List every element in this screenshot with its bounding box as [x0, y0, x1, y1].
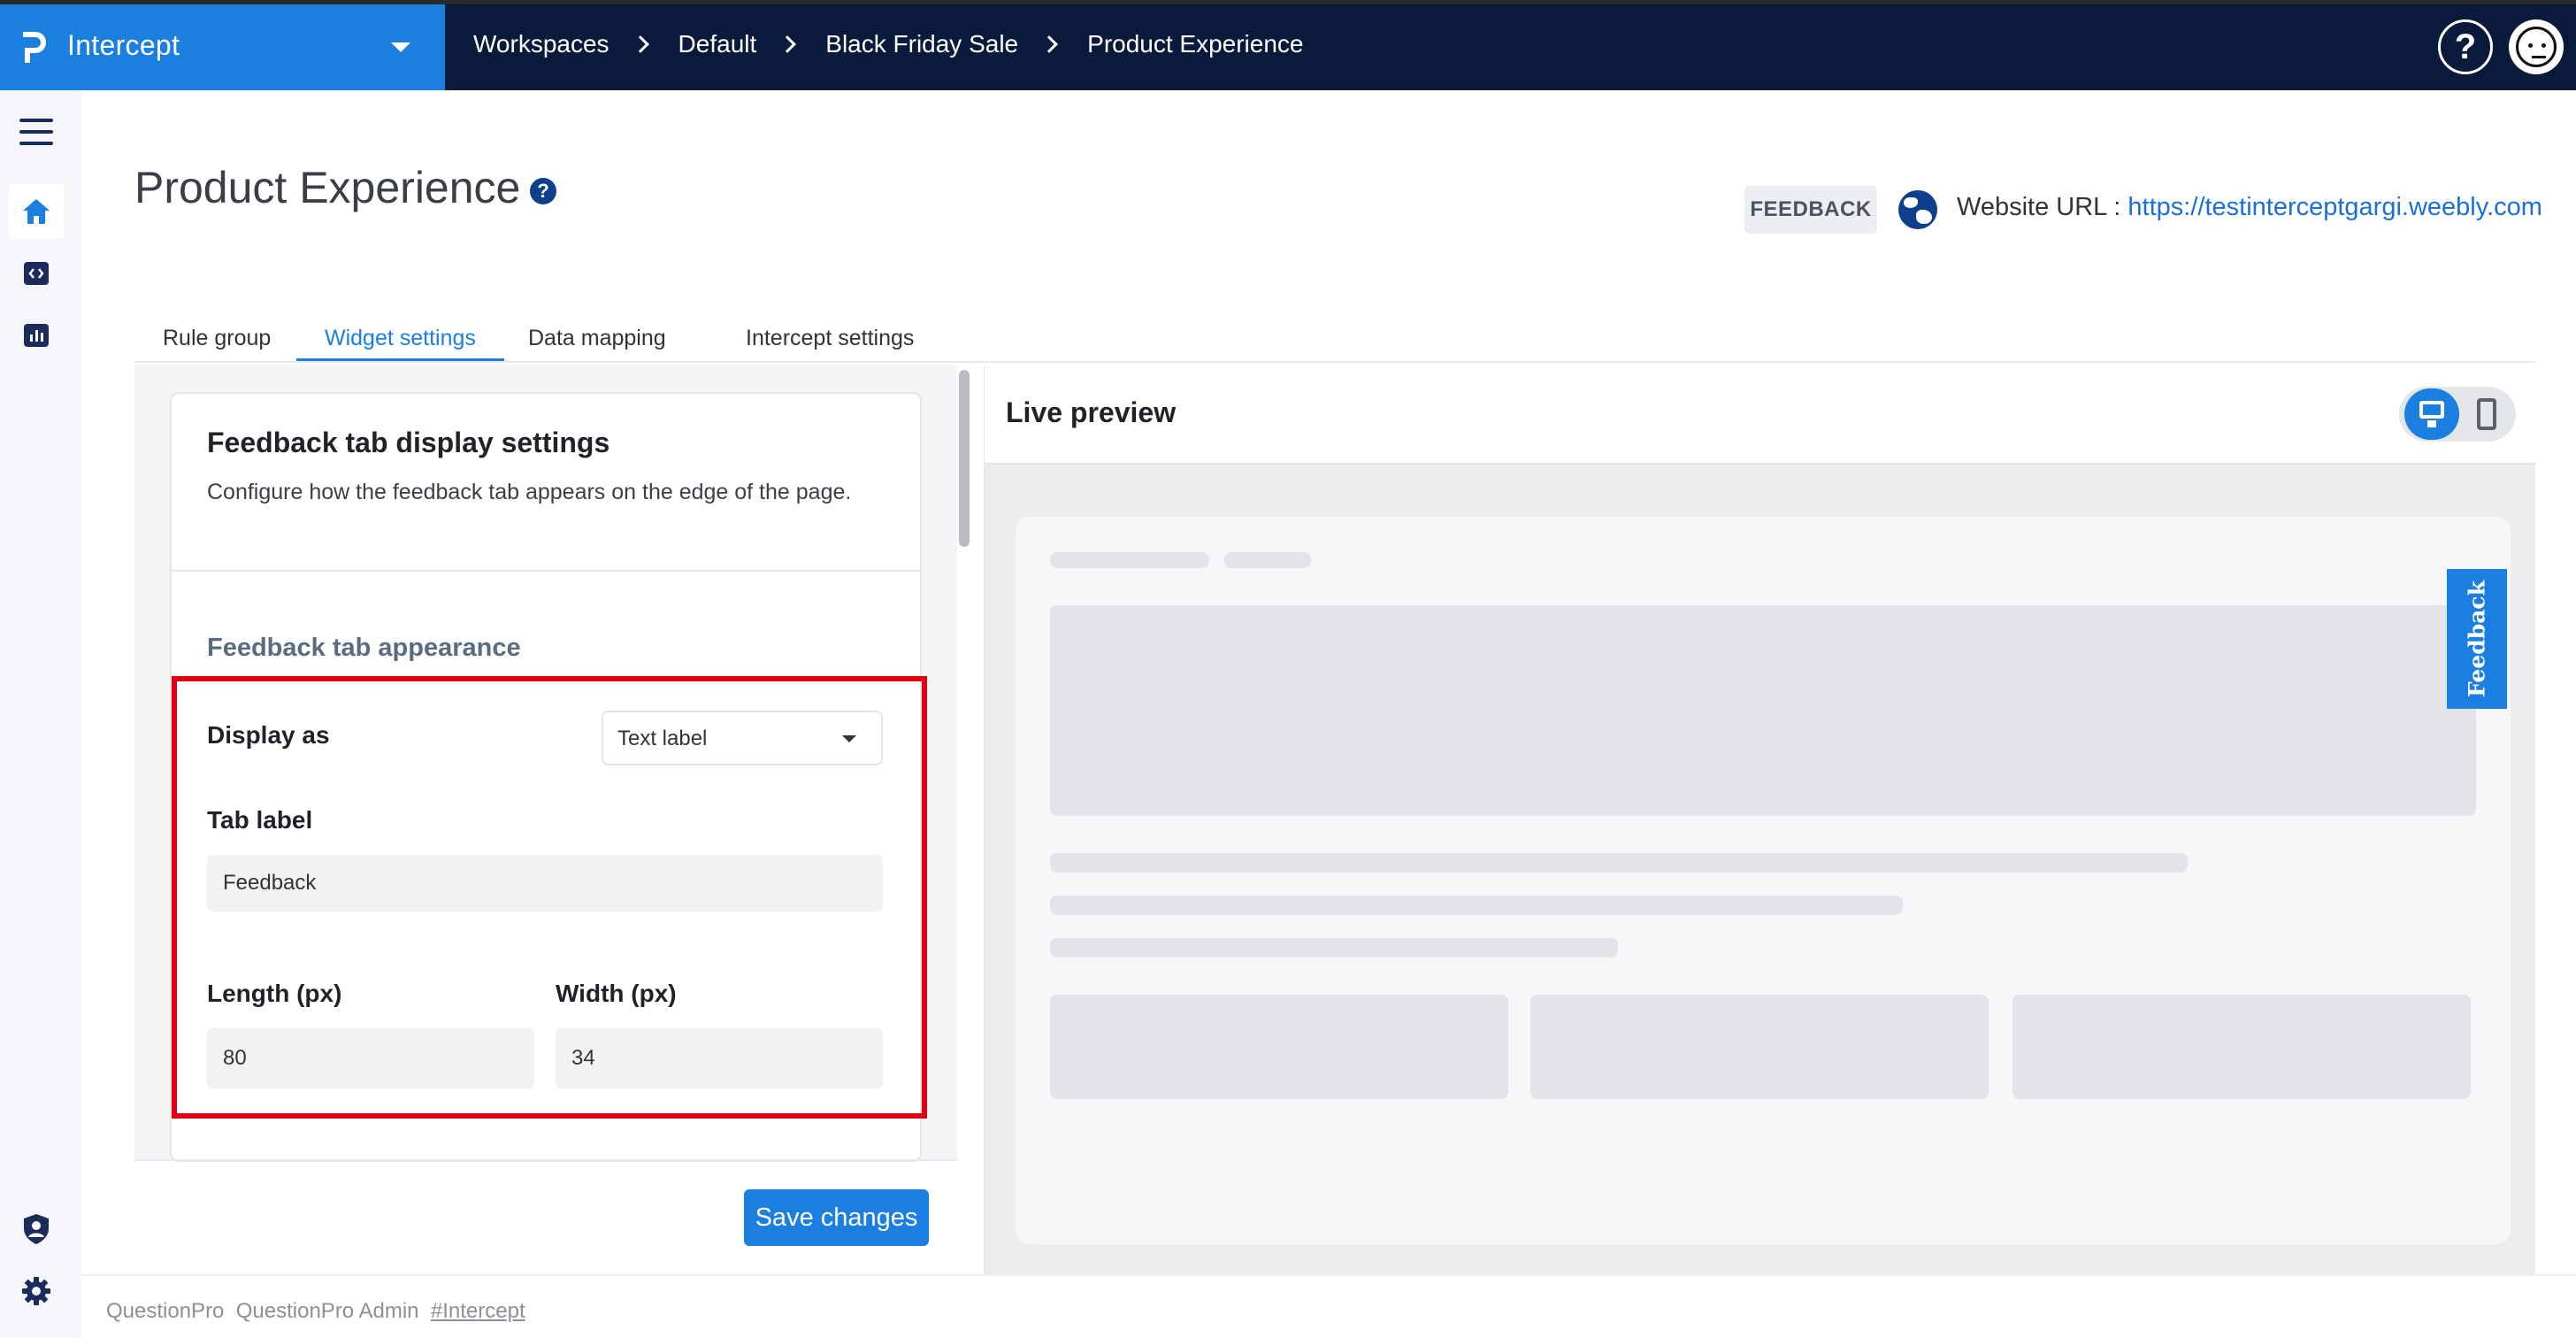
monitor-stand [2427, 420, 2436, 427]
nav-settings[interactable] [9, 1264, 64, 1319]
width-value: 34 [571, 1046, 595, 1070]
length-value: 80 [223, 1046, 247, 1070]
tab-rule-group[interactable]: Rule group [134, 320, 299, 361]
settings-scrollbar[interactable] [959, 370, 970, 547]
desktop-view-button[interactable] [2404, 388, 2459, 440]
left-nav-rail [0, 90, 81, 1338]
website-url-link[interactable]: https://testinterceptgargi.weebly.com [2128, 193, 2542, 221]
globe-icon [1898, 190, 1937, 229]
tab-label-value: Feedback [223, 871, 317, 895]
footer-text: QuestionPro QuestionPro Admin #Intercept [106, 1299, 525, 1324]
chevron-right-icon [631, 35, 649, 53]
monitor-icon [2419, 401, 2444, 419]
page-title: Product Experience [134, 163, 521, 212]
tab-bar: Rule group Widget settings Data mapping … [134, 317, 2535, 363]
nav-home[interactable] [9, 184, 64, 239]
breadcrumb-current: Product Experience [1087, 30, 1304, 58]
footer-tag-link[interactable]: #Intercept [431, 1299, 525, 1323]
skeleton-hero [1050, 605, 2476, 816]
breadcrumb: Workspaces Default Black Friday Sale Pro… [473, 30, 1304, 58]
skeleton-line [1050, 552, 1209, 568]
nav-analytics[interactable] [9, 308, 64, 363]
tab-label-label: Tab label [207, 806, 313, 834]
avatar-mouth [2532, 56, 2546, 58]
tab-label-input[interactable]: Feedback [207, 855, 883, 911]
brand-logo-icon [23, 32, 46, 63]
breadcrumb-campaign[interactable]: Black Friday Sale [825, 30, 1018, 58]
feedback-tab-preview[interactable]: Feedback [2447, 569, 2507, 709]
chevron-down-icon [391, 42, 410, 52]
length-input[interactable]: 80 [207, 1028, 534, 1088]
preview-title: Live preview [1006, 396, 1177, 428]
skeleton-card [1050, 995, 1508, 1099]
skeleton-line [1050, 853, 2188, 873]
website-url-row: Website URL : https://testinterceptgargi… [1957, 193, 2542, 222]
save-changes-button[interactable]: Save changes [744, 1189, 929, 1246]
dropdown-caret-icon [842, 735, 856, 742]
user-shield-icon [24, 1214, 49, 1244]
help-button[interactable]: ? [2438, 19, 2493, 74]
bar-chart-icon [24, 324, 49, 347]
hamburger-menu-icon[interactable] [9, 104, 64, 159]
card-divider [172, 570, 920, 572]
avatar-eye [2528, 43, 2533, 48]
card-title: Feedback tab display settings [207, 427, 610, 458]
panel-divider [134, 1159, 957, 1161]
tab-intercept-settings[interactable]: Intercept settings [717, 320, 942, 361]
footer-org: QuestionPro [106, 1299, 225, 1323]
settings-gear-icon [22, 1277, 50, 1305]
footer-user: QuestionPro Admin [235, 1299, 419, 1323]
section-label: Feedback tab appearance [207, 634, 521, 662]
chevron-right-icon [778, 35, 797, 53]
chevron-right-icon [1040, 35, 1059, 53]
skeleton-line [1050, 896, 1903, 915]
display-as-select[interactable]: Text label [602, 711, 883, 765]
nav-embed[interactable] [9, 246, 64, 301]
avatar-face-icon [2516, 27, 2557, 67]
home-icon [23, 199, 50, 224]
help-circle-icon[interactable]: ? [530, 178, 556, 204]
type-badge: FEEDBACK [1744, 186, 1877, 234]
nav-admin[interactable] [9, 1202, 64, 1257]
brand-name: Intercept [67, 29, 180, 61]
width-label: Width (px) [556, 980, 677, 1007]
display-as-label: Display as [207, 721, 330, 749]
code-embed-icon [24, 262, 49, 285]
avatar-eye [2542, 43, 2546, 48]
feedback-tab-text: Feedback [2464, 581, 2490, 697]
preview-header [985, 365, 2535, 465]
website-url-label: Website URL : [1957, 193, 2128, 221]
display-as-value: Text label [617, 727, 708, 750]
product-switcher[interactable]: Intercept [0, 4, 445, 90]
skeleton-line [1224, 552, 1311, 568]
skeleton-line [1050, 938, 1618, 957]
tab-widget-settings[interactable]: Widget settings [296, 320, 504, 361]
skeleton-card [1530, 995, 1989, 1099]
card-description: Configure how the feedback tab appears o… [207, 480, 852, 504]
tab-data-mapping[interactable]: Data mapping [500, 320, 694, 361]
breadcrumb-workspaces[interactable]: Workspaces [473, 30, 610, 58]
width-input[interactable]: 34 [556, 1028, 883, 1088]
length-label: Length (px) [207, 980, 342, 1007]
mobile-view-icon[interactable] [2477, 398, 2496, 430]
user-avatar[interactable] [2509, 19, 2564, 74]
skeleton-card [2012, 995, 2471, 1099]
breadcrumb-default[interactable]: Default [678, 30, 757, 58]
